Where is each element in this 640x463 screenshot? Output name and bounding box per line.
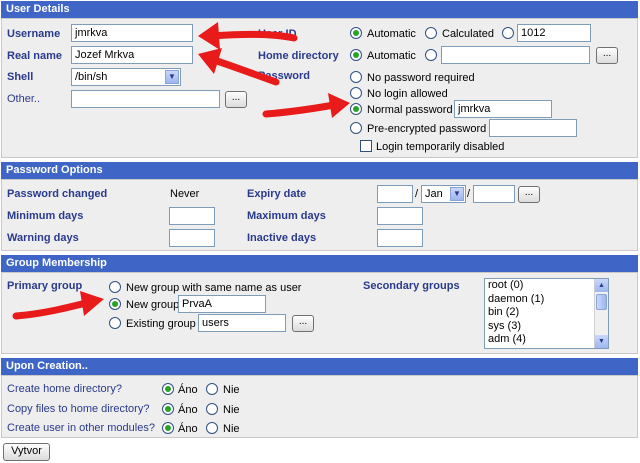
homedir-manual-radio[interactable]: [425, 49, 437, 61]
uid-automatic-radio[interactable]: [350, 27, 362, 39]
other-modules-yes-radio[interactable]: [162, 422, 174, 434]
copy-files-no-label: Nie: [223, 404, 240, 416]
group-same-radio[interactable]: [109, 281, 121, 293]
login-disabled-label: Login temporarily disabled: [376, 141, 505, 153]
username-label: Username: [7, 28, 61, 40]
pw-none-radio[interactable]: [350, 71, 362, 83]
other-modules-no-radio[interactable]: [206, 422, 218, 434]
pw-pre-radio[interactable]: [350, 122, 362, 134]
pw-normal-input[interactable]: jmrkva: [454, 100, 552, 118]
shell-select-value: /bin/sh: [75, 71, 108, 83]
max-days-label: Maximum days: [247, 210, 326, 222]
list-item[interactable]: adm (4): [485, 333, 608, 347]
create-home-no-label: Nie: [223, 384, 240, 396]
red-arrow-icon: [262, 93, 350, 118]
group-new-label: New group: [126, 299, 180, 311]
pw-normal-label: Normal password: [367, 104, 453, 116]
red-arrow-icon: [12, 291, 104, 320]
expiry-separator-2: /: [467, 188, 471, 200]
group-new-input[interactable]: PrvaA: [178, 295, 266, 313]
group-same-label: New group with same name as user: [126, 282, 302, 294]
copy-files-yes-label: Áno: [178, 404, 198, 416]
copy-files-yes-radio[interactable]: [162, 403, 174, 415]
scroll-up-icon[interactable]: ▲: [595, 279, 608, 292]
scroll-down-icon[interactable]: ▼: [595, 335, 608, 348]
uid-manual-radio[interactable]: [502, 27, 514, 39]
expiry-month-select[interactable]: Jan ▼: [421, 185, 466, 203]
pw-changed-label: Password changed: [7, 188, 108, 200]
other-shell-browse-button[interactable]: ...: [225, 91, 247, 108]
expiry-year-input[interactable]: [473, 185, 515, 203]
login-disabled-checkbox[interactable]: [360, 140, 372, 152]
pw-pre-label: Pre-encrypted password: [367, 123, 487, 135]
secondary-groups-label: Secondary groups: [363, 280, 460, 292]
list-item[interactable]: bin (2): [485, 306, 608, 320]
list-item[interactable]: sys (3): [485, 320, 608, 334]
pw-changed-value: Never: [170, 188, 200, 200]
secondary-groups-list[interactable]: root (0) daemon (1) bin (2) sys (3) adm …: [484, 278, 609, 349]
max-days-input[interactable]: [377, 207, 423, 225]
inactive-days-input[interactable]: [377, 229, 423, 247]
secondary-groups-scrollbar[interactable]: ▲ ▼: [594, 279, 608, 348]
other-modules-no-label: Nie: [223, 423, 240, 435]
list-item[interactable]: root (0): [485, 279, 608, 293]
realname-input[interactable]: Jozef Mrkva: [71, 46, 193, 64]
section-header-group-membership: Group Membership: [1, 255, 638, 272]
pw-nologin-label: No login allowed: [367, 88, 448, 100]
shell-label: Shell: [7, 71, 34, 83]
copy-files-no-radio[interactable]: [206, 403, 218, 415]
create-home-yes-radio[interactable]: [162, 383, 174, 395]
homedir-automatic-radio[interactable]: [350, 49, 362, 61]
copy-files-label: Copy files to home directory?: [7, 403, 150, 415]
expiry-day-input[interactable]: [377, 185, 413, 203]
group-existing-browse-button[interactable]: ...: [292, 315, 314, 332]
username-input[interactable]: jmrkva: [71, 24, 193, 42]
group-existing-radio[interactable]: [109, 317, 121, 329]
uid-automatic-label: Automatic: [367, 28, 416, 40]
create-home-no-radio[interactable]: [206, 383, 218, 395]
uid-input[interactable]: 1012: [517, 24, 591, 42]
other-modules-yes-label: Áno: [178, 423, 198, 435]
homedir-input[interactable]: [441, 46, 590, 64]
other-label: Other..: [7, 93, 41, 105]
create-home-label: Create home directory?: [7, 383, 122, 395]
group-new-radio[interactable]: [109, 298, 121, 310]
group-existing-input[interactable]: users: [198, 314, 286, 332]
expiry-month-value: Jan: [425, 188, 443, 200]
pw-none-label: No password required: [367, 72, 475, 84]
chevron-down-icon[interactable]: ▼: [450, 187, 464, 201]
min-days-label: Minimum days: [7, 210, 84, 222]
uid-calculated-label: Calculated: [442, 28, 494, 40]
section-header-upon-creation: Upon Creation..: [1, 358, 638, 375]
homedir-browse-button[interactable]: ...: [596, 47, 618, 64]
list-item[interactable]: daemon (1): [485, 293, 608, 307]
shell-select[interactable]: /bin/sh ▼: [71, 68, 181, 86]
group-existing-label: Existing group: [126, 318, 196, 330]
section-header-user-details: User Details: [1, 1, 638, 18]
scroll-thumb[interactable]: [596, 294, 607, 310]
uid-calculated-radio[interactable]: [425, 27, 437, 39]
expiry-calendar-button[interactable]: ...: [518, 186, 540, 203]
min-days-input[interactable]: [169, 207, 215, 225]
inactive-days-label: Inactive days: [247, 232, 317, 244]
warn-days-input[interactable]: [169, 229, 215, 247]
red-arrow-icon: [198, 48, 280, 86]
create-button[interactable]: Vytvor: [3, 443, 50, 461]
create-home-yes-label: Áno: [178, 384, 198, 396]
other-modules-label: Create user in other modules?: [7, 422, 155, 434]
realname-label: Real name: [7, 50, 63, 62]
homedir-automatic-label: Automatic: [367, 50, 416, 62]
pw-pre-input[interactable]: [489, 119, 577, 137]
chevron-down-icon[interactable]: ▼: [165, 70, 179, 84]
expiry-label: Expiry date: [247, 188, 307, 200]
other-shell-input[interactable]: [71, 90, 220, 108]
expiry-separator: /: [415, 188, 419, 200]
section-header-password-options: Password Options: [1, 162, 638, 179]
warn-days-label: Warning days: [7, 232, 79, 244]
